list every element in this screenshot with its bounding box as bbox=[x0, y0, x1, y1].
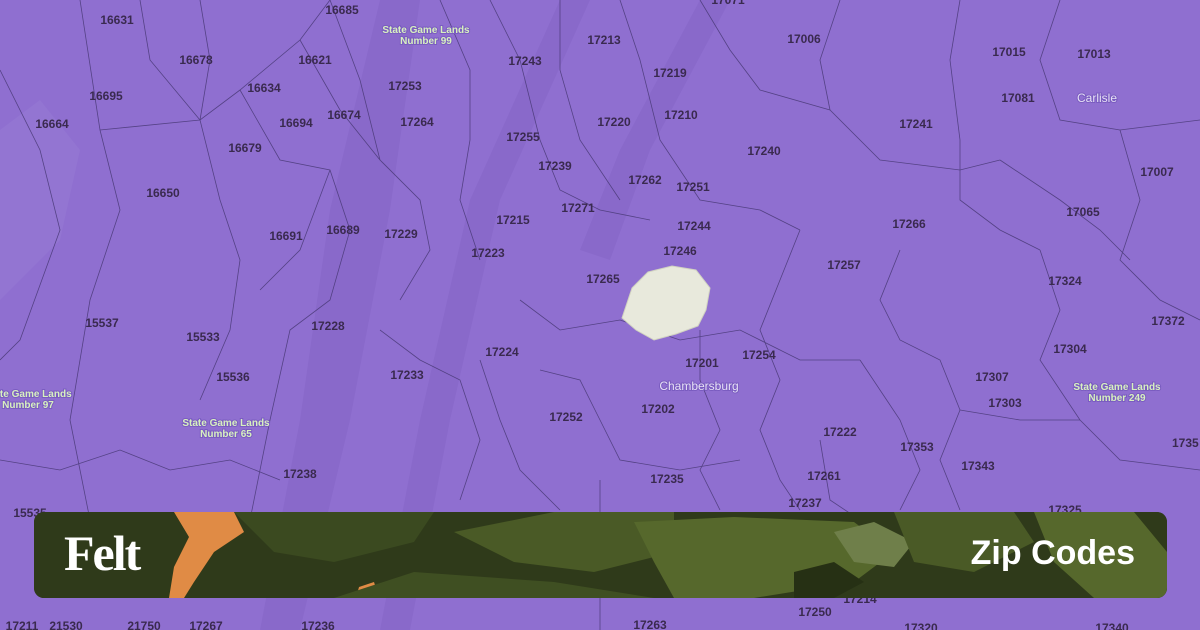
zip-label: 21750 bbox=[127, 619, 161, 630]
zip-label: 16631 bbox=[100, 13, 134, 27]
zip-label: 17223 bbox=[471, 246, 505, 260]
zip-label: 1735 bbox=[1172, 436, 1199, 450]
felt-logo: Felt bbox=[64, 525, 141, 581]
zip-label: 17238 bbox=[283, 467, 317, 481]
zip-label: 16694 bbox=[279, 116, 313, 130]
zip-label: 17243 bbox=[508, 54, 542, 68]
zip-label: 17229 bbox=[384, 227, 418, 241]
zip-label: 17224 bbox=[485, 345, 519, 359]
zip-label: 16664 bbox=[35, 117, 69, 131]
zip-label: 17250 bbox=[798, 605, 832, 619]
zip-label: 17233 bbox=[390, 368, 424, 382]
zip-label: 17015 bbox=[992, 45, 1026, 59]
zip-label: 17252 bbox=[549, 410, 583, 424]
banner-title: Zip Codes bbox=[970, 534, 1135, 572]
zip-label: 17267 bbox=[189, 619, 223, 630]
zip-label: 17303 bbox=[988, 396, 1022, 410]
zip-label: 17220 bbox=[597, 115, 631, 129]
zip-label: 17235 bbox=[650, 472, 684, 486]
zip-label: 16634 bbox=[247, 81, 281, 95]
felt-banner: Felt Zip Codes bbox=[34, 512, 1167, 598]
zip-label: 17215 bbox=[496, 213, 530, 227]
zip-label: 16691 bbox=[269, 229, 303, 243]
zip-label: 16679 bbox=[228, 141, 262, 155]
city-label-carlisle: Carlisle bbox=[1077, 91, 1117, 105]
zip-label: 17065 bbox=[1066, 205, 1100, 219]
zip-label: 17210 bbox=[664, 108, 698, 122]
city-label-chambersburg: Chambersburg bbox=[659, 379, 738, 393]
zip-label: 17239 bbox=[538, 159, 572, 173]
zip-label: 17324 bbox=[1048, 274, 1082, 288]
zip-label: 17304 bbox=[1053, 342, 1087, 356]
zip-label: 17307 bbox=[975, 370, 1009, 384]
zip-label: 17255 bbox=[506, 130, 540, 144]
zip-label: 17264 bbox=[400, 115, 434, 129]
zip-label: 17241 bbox=[899, 117, 933, 131]
zip-label: 16689 bbox=[326, 223, 360, 237]
zip-label: 17353 bbox=[900, 440, 934, 454]
zip-label: 17219 bbox=[653, 66, 687, 80]
zip-label: 17006 bbox=[787, 32, 821, 46]
zip-label: 17202 bbox=[641, 402, 675, 416]
zip-label: 16621 bbox=[298, 53, 332, 67]
zip-label: 17261 bbox=[807, 469, 841, 483]
zip-label: 17013 bbox=[1077, 47, 1111, 61]
zip-label: 16650 bbox=[146, 186, 180, 200]
zip-label: 17244 bbox=[677, 219, 711, 233]
zip-label: 17071 bbox=[711, 0, 745, 7]
zip-label: 21530 bbox=[49, 619, 83, 630]
zip-label: 17222 bbox=[823, 425, 857, 439]
zip-label: 17236 bbox=[301, 619, 335, 630]
zip-label: 16674 bbox=[327, 108, 361, 122]
zip-label: 16695 bbox=[89, 89, 123, 103]
zip-label: 17081 bbox=[1001, 91, 1035, 105]
zip-label: 16678 bbox=[179, 53, 213, 67]
zip-label: 17262 bbox=[628, 173, 662, 187]
zip-label: 17271 bbox=[561, 201, 595, 215]
zip-label: 17340 bbox=[1095, 621, 1129, 630]
zip-label: 17320 bbox=[904, 621, 938, 630]
zip-label: 15537 bbox=[85, 316, 119, 330]
zip-label: 16685 bbox=[325, 3, 359, 17]
zip-label: 17254 bbox=[742, 348, 776, 362]
zip-label: 17265 bbox=[586, 272, 620, 286]
zip-label: 17266 bbox=[892, 217, 926, 231]
zip-label: 15536 bbox=[216, 370, 250, 384]
zip-label: 17228 bbox=[311, 319, 345, 333]
zip-label: 17237 bbox=[788, 496, 822, 510]
zip-label: 17251 bbox=[676, 180, 710, 194]
zip-label: 17240 bbox=[747, 144, 781, 158]
zip-label: 17257 bbox=[827, 258, 861, 272]
zip-label: 17007 bbox=[1140, 165, 1174, 179]
zip-label: 17213 bbox=[587, 33, 621, 47]
zip-label: 17211 bbox=[6, 619, 39, 630]
zip-label: 17253 bbox=[388, 79, 422, 93]
zip-label: 17263 bbox=[633, 618, 667, 630]
zip-label: 17201 bbox=[685, 356, 719, 370]
zip-label: 17343 bbox=[961, 459, 995, 473]
zip-label: 15533 bbox=[186, 330, 220, 344]
zip-label: 17372 bbox=[1151, 314, 1185, 328]
zip-label: 17246 bbox=[663, 244, 697, 258]
